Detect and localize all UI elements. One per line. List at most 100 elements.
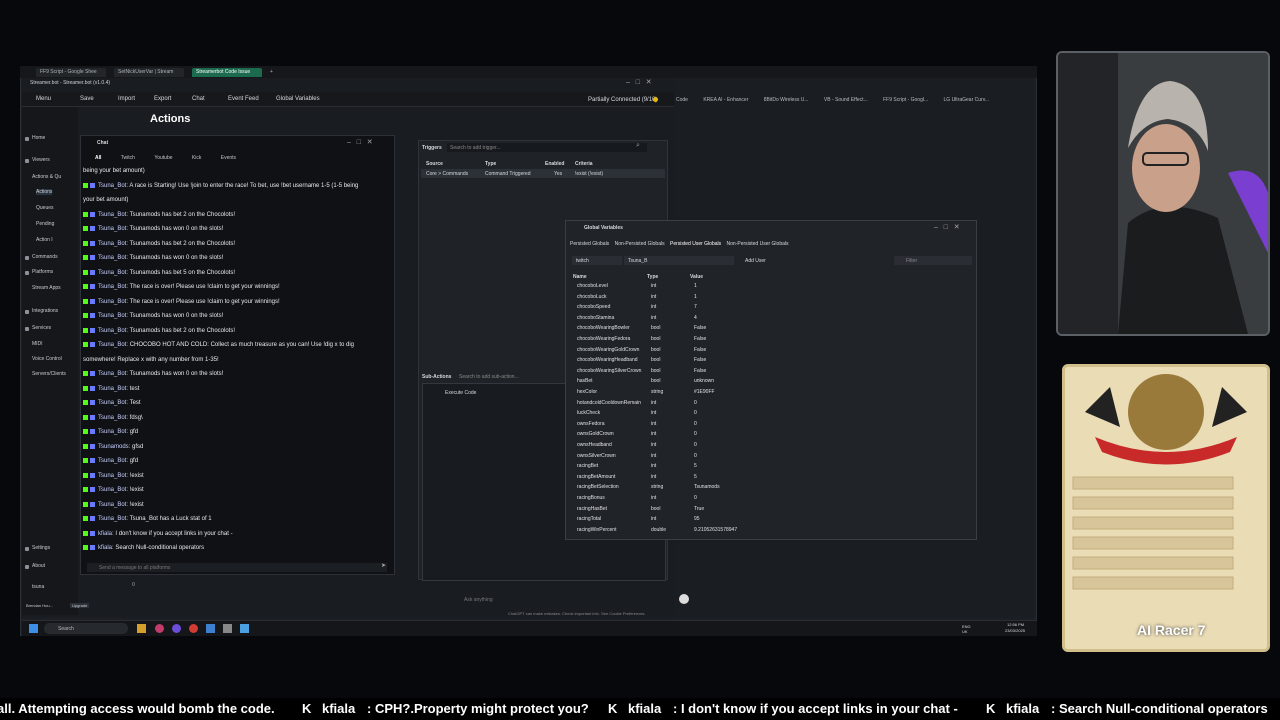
column-name[interactable]: Name <box>573 274 587 280</box>
table-row[interactable]: chocoboWearingBowler bool False <box>577 325 967 335</box>
chat-username[interactable]: Tsuna_Bot: <box>98 183 128 189</box>
tab-persisted-globals[interactable]: Persisted Globals <box>570 241 609 247</box>
clock-date[interactable]: 23/03/2025 <box>1005 628 1025 633</box>
table-row[interactable]: chocoboWearingHeadband bool False <box>577 357 967 367</box>
chat-username[interactable]: Tsuna_Bot: <box>98 400 128 406</box>
tab-persisted-user-globals[interactable]: Persisted User Globals <box>670 241 721 247</box>
chat-tab-events[interactable]: Events <box>221 155 236 161</box>
user-select[interactable]: Tsuna_B <box>624 256 734 265</box>
bookmark[interactable]: 8BitDo Wireless U... <box>764 97 809 103</box>
file-explorer-icon[interactable] <box>137 624 146 633</box>
subaction-search-input[interactable]: Search to add sub-action... <box>459 374 519 380</box>
voice-icon[interactable] <box>679 594 689 604</box>
table-row[interactable]: chocoboLuck int 1 <box>577 294 967 304</box>
table-row[interactable]: ownsSilverCrown int 0 <box>577 453 967 463</box>
sidebar-item-commands[interactable]: Commands <box>32 254 58 260</box>
table-row[interactable]: hasBet bool unknown <box>577 378 967 388</box>
chat-tab-youtube[interactable]: Youtube <box>154 155 172 161</box>
chat-username[interactable]: Tsunamods: <box>98 444 130 450</box>
table-row[interactable]: racingBonus int 0 <box>577 495 967 505</box>
chrome-icon[interactable] <box>189 624 198 633</box>
sidebar-item-midi[interactable]: MIDI <box>32 341 43 347</box>
chat-username[interactable]: Tsuna_Bot: <box>98 270 128 276</box>
bookmark[interactable]: KREA AI - Enhancer <box>703 97 748 103</box>
chat-username[interactable]: Tsuna_Bot: <box>98 226 128 232</box>
new-tab-icon[interactable]: + <box>266 68 276 77</box>
browser-tab[interactable]: SetNickUserVar | Stream <box>114 68 184 77</box>
window-controls[interactable]: – □ ✕ <box>626 78 652 86</box>
table-row[interactable]: chocoboLevel int 1 <box>577 283 967 293</box>
table-row[interactable]: hotandcoldCooldownRemain int 0 <box>577 400 967 410</box>
table-row[interactable]: hexColor string #1E90FF <box>577 389 967 399</box>
chat-username[interactable]: kfiala: <box>98 545 114 551</box>
send-icon[interactable]: ➤ <box>381 562 386 569</box>
table-row[interactable]: ownsFedora int 0 <box>577 421 967 431</box>
app-icon[interactable] <box>206 624 215 633</box>
chat-username[interactable]: kfiala: <box>98 531 114 537</box>
chat-send-input[interactable]: Send a message to all platforms <box>87 563 387 572</box>
event-feed-button[interactable]: Event Feed <box>228 96 259 102</box>
chat-tab-twitch[interactable]: Twitch <box>121 155 135 161</box>
sidebar-item-voice-control[interactable]: Voice Control <box>32 356 62 362</box>
sidebar-item-home[interactable]: Home <box>32 135 45 141</box>
column-value[interactable]: Value <box>690 274 703 280</box>
app-icon[interactable] <box>172 624 181 633</box>
tab-non-persisted-user-globals[interactable]: Non-Persisted User Globals <box>727 241 789 247</box>
chat-window-controls[interactable]: – □ ✕ <box>347 138 373 146</box>
chat-username[interactable]: Tsuna_Bot: <box>98 299 128 305</box>
chat-button[interactable]: Chat <box>192 96 205 102</box>
add-user-button[interactable]: Add User <box>741 256 770 266</box>
ask-input[interactable]: Ask anything <box>464 597 493 603</box>
table-row[interactable]: chocoboStamina int 4 <box>577 315 967 325</box>
table-row[interactable]: racingBet int 5 <box>577 463 967 473</box>
global-variables-button[interactable]: Global Variables <box>276 96 320 102</box>
column-type[interactable]: Type <box>485 161 496 167</box>
chat-username[interactable]: Tsuna_Bot: <box>98 284 128 290</box>
chat-username[interactable]: Tsuna_Bot: <box>98 429 128 435</box>
sidebar-item-actions-queues[interactable]: Actions & Qu <box>32 174 61 180</box>
tab-non-persisted-globals[interactable]: Non-Persisted Globals <box>615 241 665 247</box>
sidebar-item-action-history[interactable]: Action I <box>36 237 53 243</box>
table-row[interactable]: chocoboWearingFedora bool False <box>577 336 967 346</box>
chat-username[interactable]: Tsuna_Bot: <box>98 313 128 319</box>
language-indicator[interactable]: ENG UK <box>962 624 971 634</box>
table-row[interactable]: chocoboWearingSilverCrown bool False <box>577 368 967 378</box>
chat-username[interactable]: Tsuna_Bot: <box>98 473 128 479</box>
subaction-item[interactable]: Execute Code <box>445 390 476 396</box>
table-row[interactable]: ownsGoldCrown int 0 <box>577 431 967 441</box>
table-row[interactable]: chocoboSpeed int 7 <box>577 304 967 314</box>
table-row[interactable]: luckCheck int 0 <box>577 410 967 420</box>
chat-username[interactable]: Tsuna_Bot: <box>98 516 128 522</box>
chat-username[interactable]: Tsuna_Bot: <box>98 328 128 334</box>
table-row[interactable]: ownsHeadband int 0 <box>577 442 967 452</box>
browser-tab-active[interactable]: Streamerbot Code Issue <box>192 68 262 77</box>
save-button[interactable]: Save <box>80 96 94 102</box>
upgrade-button[interactable]: Upgrade <box>70 603 90 608</box>
chat-username[interactable]: Tsuna_Bot: <box>98 241 128 247</box>
table-row[interactable]: racingTotal int 95 <box>577 516 967 526</box>
sidebar-item-services[interactable]: Services <box>32 325 51 331</box>
bookmark[interactable]: LG UltraGear Curv... <box>944 97 989 103</box>
gv-window-controls[interactable]: – □ ✕ <box>934 223 960 231</box>
menu-button[interactable]: Menu <box>36 96 51 102</box>
table-row[interactable]: racingHasBet bool True <box>577 506 967 516</box>
sidebar-item-stream-apps[interactable]: Stream Apps <box>32 285 61 291</box>
chat-username[interactable]: Tsuna_Bot: <box>98 487 128 493</box>
bookmark[interactable]: VB - Sound Effect... <box>824 97 868 103</box>
windows-start-icon[interactable] <box>29 624 38 633</box>
sidebar-item-integrations[interactable]: Integrations <box>32 308 58 314</box>
chat-username[interactable]: Tsuna_Bot: <box>98 386 128 392</box>
sidebar-item-settings[interactable]: Settings <box>32 545 50 551</box>
sidebar-item-pending[interactable]: Pending <box>36 221 54 227</box>
taskbar-search[interactable]: Search <box>44 623 128 634</box>
sidebar-item-actions[interactable]: Actions <box>36 189 53 195</box>
column-criteria[interactable]: Criteria <box>575 161 593 167</box>
column-enabled[interactable]: Enabled <box>545 161 564 167</box>
table-row[interactable]: racingBetAmount int 5 <box>577 474 967 484</box>
chat-username[interactable]: Tsuna_Bot: <box>98 502 128 508</box>
table-row[interactable]: racingWinPercent double 9.21052631578947 <box>577 527 967 537</box>
chat-username[interactable]: Tsuna_Bot: <box>98 255 128 261</box>
chat-username[interactable]: Tsuna_Bot: <box>98 371 128 377</box>
platform-select[interactable]: twitch <box>572 256 622 265</box>
export-button[interactable]: Export <box>154 96 171 102</box>
